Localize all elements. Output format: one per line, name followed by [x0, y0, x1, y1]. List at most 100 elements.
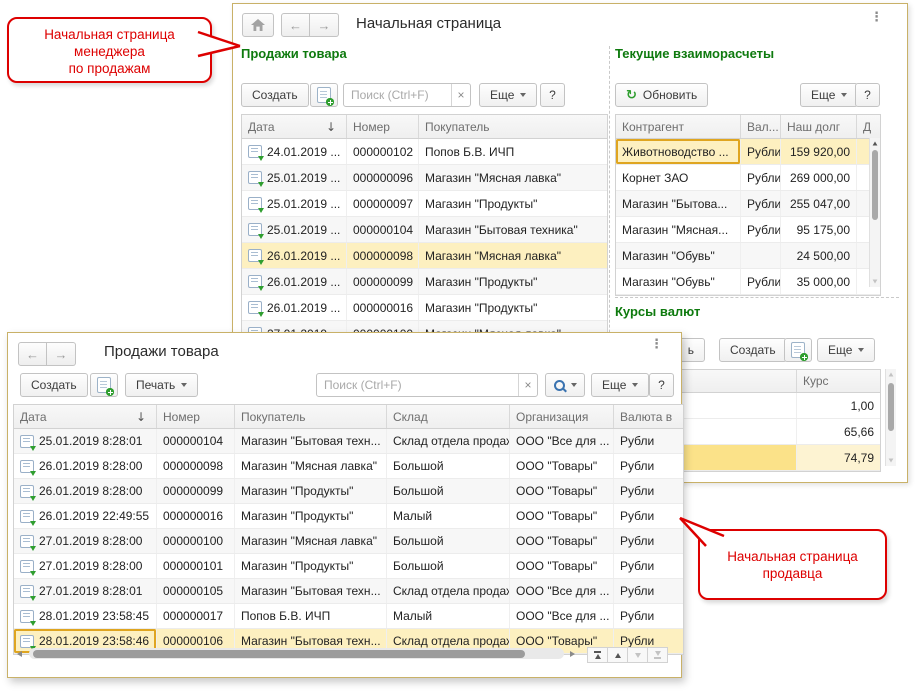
sales-window-menu-icon[interactable]: ⋮ [650, 341, 663, 347]
column-header-buyer[interactable]: Покупатель [235, 405, 387, 428]
table-row[interactable]: 27.01.2019 8:28:00 000000101 Магазин "Пр… [14, 554, 683, 579]
column-header-number[interactable]: Номер [347, 115, 419, 138]
clear-search-icon[interactable]: × [451, 84, 470, 106]
column-header-org[interactable]: Организация [510, 405, 614, 428]
settlements-table: Контрагент Вал... Наш долг Д Животноводс… [615, 114, 881, 296]
table-row[interactable]: 26.01.2019 8:28:00 000000099 Магазин "Пр… [14, 479, 683, 504]
table-row[interactable]: 25.01.2019 ... 000000097 Магазин "Продук… [242, 191, 607, 217]
sales-panel-title: Продажи товара [241, 46, 347, 61]
sales-search: × [343, 83, 471, 107]
help-button[interactable]: ? [855, 83, 880, 107]
new-document-button[interactable] [310, 83, 338, 107]
sort-desc-icon: ↓ [136, 410, 150, 424]
column-header-counterparty[interactable]: Контрагент [616, 115, 741, 138]
callout-seller: Начальная страница продавца [698, 529, 887, 600]
go-last-button[interactable] [647, 647, 668, 663]
table-row[interactable]: Магазин "Мясная... Рубли 95 175,00 [616, 217, 880, 243]
table-row[interactable]: Магазин "Обувь" 24 500,00 [616, 243, 880, 269]
table-header: Дата↓ Номер Покупатель Склад Организация… [14, 405, 683, 429]
column-header-currency[interactable]: Валюта в [614, 405, 683, 428]
create-button[interactable]: Создать [241, 83, 309, 107]
table-header: Контрагент Вал... Наш долг Д [616, 115, 880, 139]
chevron-down-icon [632, 383, 638, 387]
column-header-currency[interactable]: Вал... [741, 115, 781, 138]
help-button[interactable]: ? [540, 83, 565, 107]
table-row[interactable]: 26.01.2019 ... 000000099 Магазин "Продук… [242, 269, 607, 295]
refresh-button[interactable]: ↻ Обновить [615, 83, 708, 107]
column-header-debt[interactable]: Д [857, 115, 880, 138]
new-document-icon [317, 87, 331, 103]
column-header-our-debt[interactable]: Наш долг [781, 115, 857, 138]
create-button[interactable]: Создать [719, 338, 787, 362]
more-button[interactable]: Еще [800, 83, 858, 107]
more-button[interactable]: Еще [817, 338, 875, 362]
settlements-scrollbar[interactable] [869, 138, 880, 287]
table-row[interactable]: Корнет ЗАО Рубли 269 000,00 [616, 165, 880, 191]
document-icon [20, 610, 34, 623]
document-icon [248, 197, 262, 210]
print-button[interactable]: Печать [125, 373, 198, 397]
table-row-selected[interactable]: 26.01.2019 ... 000000098 Магазин "Мясная… [242, 243, 607, 269]
table-row[interactable]: 28.01.2019 23:58:45 000000017 Попов Б.В.… [14, 604, 683, 629]
table-row[interactable]: Магазин "Обувь" Рубли 35 000,00 [616, 269, 880, 295]
page-up-button[interactable] [607, 647, 628, 663]
table-header: Дата↓ Номер Покупатель [242, 115, 607, 139]
column-header-date[interactable]: Дата↓ [242, 115, 347, 138]
sort-desc-icon: ↓ [326, 120, 340, 134]
chevron-down-icon [181, 383, 187, 387]
column-header-buyer[interactable]: Покупатель [419, 115, 607, 138]
scroll-left-icon[interactable] [17, 651, 22, 657]
table-row[interactable]: 25.01.2019 8:28:01 000000104 Магазин "Бы… [14, 429, 683, 454]
home-icon [251, 19, 265, 31]
table-row[interactable]: Магазин "Бытова... Рубли 255 047,00 [616, 191, 880, 217]
go-first-button[interactable] [587, 647, 608, 663]
help-button[interactable]: ? [649, 373, 674, 397]
more-button[interactable]: Еще [591, 373, 649, 397]
rates-scrollbar[interactable] [885, 369, 896, 466]
document-icon [20, 485, 34, 498]
document-icon [248, 249, 262, 262]
forward-icon: → [55, 347, 68, 362]
settlements-panel-title: Текущие взаиморасчеты [615, 46, 774, 61]
table-row[interactable]: 27.01.2019 8:28:01 000000105 Магазин "Бы… [14, 579, 683, 604]
horizontal-scrollbar[interactable] [29, 648, 564, 659]
advanced-search-button[interactable] [545, 373, 585, 397]
page-down-button[interactable] [627, 647, 648, 663]
table-row[interactable]: 26.01.2019 8:28:00 000000098 Магазин "Мя… [14, 454, 683, 479]
table-row[interactable]: 24.01.2019 ... 000000102 Попов Б.В. ИЧП [242, 139, 607, 165]
table-row[interactable]: 27.01.2019 8:28:00 000000100 Магазин "Мя… [14, 529, 683, 554]
column-header-rate[interactable]: Курс [797, 370, 880, 392]
chevron-down-icon [841, 93, 847, 97]
search-input[interactable] [317, 374, 537, 396]
back-button[interactable]: ← [281, 13, 310, 37]
table-row[interactable]: 26.01.2019 ... 000000016 Магазин "Продук… [242, 295, 607, 321]
scroll-right-icon[interactable] [570, 651, 575, 657]
create-button[interactable]: Создать [20, 373, 88, 397]
column-header-date[interactable]: Дата↓ [14, 405, 157, 428]
back-button[interactable]: ← [18, 342, 47, 366]
new-document-button[interactable] [784, 338, 812, 362]
document-icon [248, 301, 262, 314]
refresh-icon: ↻ [626, 88, 637, 103]
home-sales-table: Дата↓ Номер Покупатель 24.01.2019 ... 00… [241, 114, 608, 348]
document-icon [248, 223, 262, 236]
sales-window: ← → Продажи товара ⋮ Создать Печать × Ещ… [7, 332, 682, 678]
home-button[interactable] [242, 13, 274, 37]
more-button[interactable]: Еще [479, 83, 537, 107]
new-document-button[interactable] [90, 373, 118, 397]
column-header-number[interactable]: Номер [157, 405, 235, 428]
panel-separator [615, 297, 899, 298]
sales-search: × [316, 373, 538, 397]
home-window-title: Начальная страница [356, 15, 501, 32]
clear-search-icon[interactable]: × [518, 374, 537, 396]
forward-button[interactable]: → [310, 13, 339, 37]
forward-button[interactable]: → [47, 342, 76, 366]
table-row-selected[interactable]: Животноводство ... Рубли 159 920,00 [616, 139, 880, 165]
home-window-menu-icon[interactable]: ⋮ [870, 14, 883, 20]
new-document-icon [791, 342, 805, 358]
table-row[interactable]: 25.01.2019 ... 000000104 Магазин "Бытова… [242, 217, 607, 243]
table-row[interactable]: 25.01.2019 ... 000000096 Магазин "Мясная… [242, 165, 607, 191]
column-header-warehouse[interactable]: Склад [387, 405, 510, 428]
document-icon [20, 635, 34, 648]
table-row[interactable]: 26.01.2019 22:49:55 000000016 Магазин "П… [14, 504, 683, 529]
